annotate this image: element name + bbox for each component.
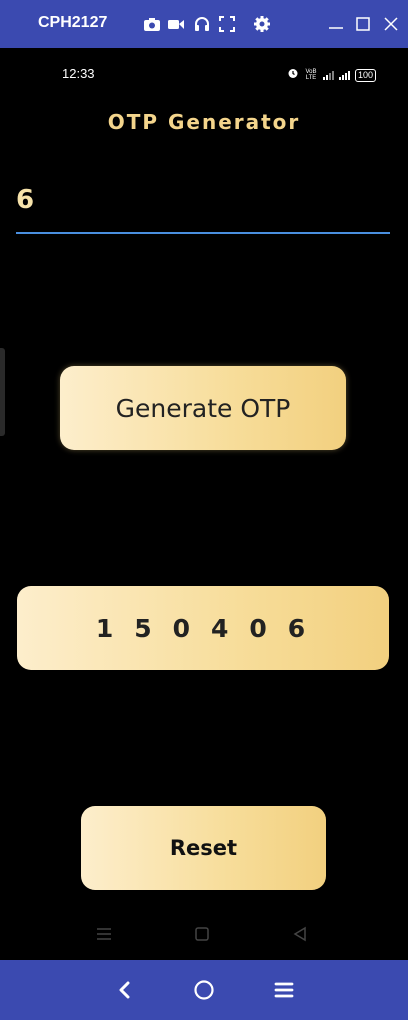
reset-button[interactable]: Reset	[81, 806, 326, 890]
minimize-icon[interactable]	[327, 15, 345, 33]
window-bottom-bar	[0, 960, 408, 1020]
side-edge-handle[interactable]	[0, 348, 5, 436]
headphones-icon[interactable]	[193, 15, 211, 33]
fullscreen-icon[interactable]	[218, 15, 236, 33]
alarm-icon	[287, 66, 299, 84]
close-icon[interactable]	[382, 15, 400, 33]
otp-length-input[interactable]	[16, 178, 376, 222]
settings-icon[interactable]	[253, 15, 271, 33]
android-nav-bar	[0, 924, 408, 948]
camera-icon[interactable]	[143, 15, 161, 33]
volte-indicator: VoB LTE	[305, 69, 317, 81]
device-name: CPH2127	[38, 14, 108, 31]
generate-otp-button[interactable]: Generate OTP	[60, 366, 346, 450]
window-title-bar: CPH2127	[0, 0, 408, 48]
home-icon[interactable]	[192, 978, 216, 1002]
signal-icon	[322, 70, 334, 80]
status-time: 12:33	[62, 66, 95, 81]
app-title: OTP Generator	[107, 110, 301, 134]
video-icon[interactable]	[167, 15, 185, 33]
status-bar: 12:33 VoB LTE 100	[0, 62, 408, 86]
maximize-icon[interactable]	[354, 15, 372, 33]
phone-screen: 12:33 VoB LTE 100 OTP Generator Generate…	[0, 48, 408, 960]
back-icon[interactable]	[113, 978, 137, 1002]
battery-indicator: 100	[354, 68, 376, 82]
back-icon[interactable]	[290, 924, 310, 944]
home-icon[interactable]	[192, 924, 212, 944]
menu-icon[interactable]	[272, 978, 296, 1002]
otp-display: 150406	[17, 586, 389, 670]
signal-icon-2	[338, 70, 350, 80]
recents-icon[interactable]	[94, 924, 114, 944]
status-icons: VoB LTE 100	[287, 66, 376, 84]
otp-length-field[interactable]	[16, 178, 390, 234]
